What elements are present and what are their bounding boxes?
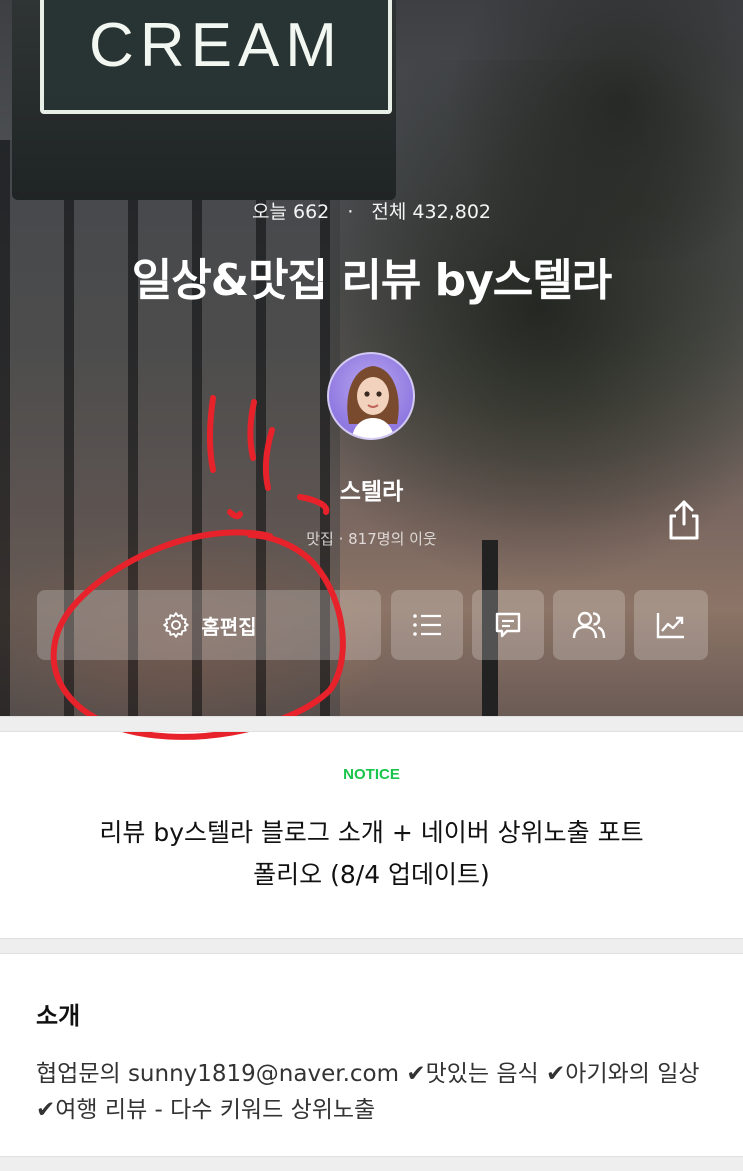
share-button[interactable]: [664, 498, 704, 542]
blog-title[interactable]: 일상&맛집 리뷰 by스텔라: [0, 244, 743, 308]
blog-meta: 맛집 · 817명의 이웃: [306, 530, 437, 548]
statistics-button[interactable]: [634, 590, 708, 660]
section-divider: [0, 716, 743, 732]
friends-icon: [572, 611, 606, 639]
today-count: 662: [293, 201, 330, 223]
total-count: 432,802: [412, 201, 491, 223]
stats-icon: [656, 613, 684, 639]
stats-separator: ·: [347, 201, 354, 223]
total-label: 전체: [371, 201, 407, 223]
neighbors-button[interactable]: [553, 590, 625, 660]
notice-post-link[interactable]: 리뷰 by스텔라 블로그 소개 + 네이버 상위노출 포트폴리오 (8/4 업데…: [90, 812, 653, 896]
list-icon: [413, 614, 441, 636]
blog-cover: CREAM 오늘 662 · 전체 432,802 일상&맛집 리뷰 by스텔라…: [0, 0, 743, 716]
chat-icon: [495, 612, 521, 638]
edit-home-button[interactable]: 홈편집: [37, 590, 381, 660]
intro-text: 협업문의 sunny1819@naver.com ✔맛있는 음식 ✔아기와의 일…: [36, 1061, 700, 1123]
share-icon: [669, 500, 699, 540]
cover-sign: CREAM: [12, 0, 396, 200]
section-divider: [0, 938, 743, 954]
nickname[interactable]: 스텔라: [0, 472, 743, 506]
today-label: 오늘: [251, 201, 287, 223]
post-list-button[interactable]: [391, 590, 463, 660]
gear-icon: [163, 612, 190, 638]
edit-home-label: 홈편집: [201, 614, 257, 639]
notice-label: NOTICE: [343, 766, 400, 783]
avatar[interactable]: [327, 352, 415, 440]
intro-heading: 소개: [36, 1002, 81, 1030]
visitor-stats: 오늘 662 · 전체 432,802: [0, 197, 743, 224]
section-divider: [0, 1156, 743, 1171]
guestbook-button[interactable]: [472, 590, 544, 660]
sign-text: CREAM: [89, 11, 343, 80]
